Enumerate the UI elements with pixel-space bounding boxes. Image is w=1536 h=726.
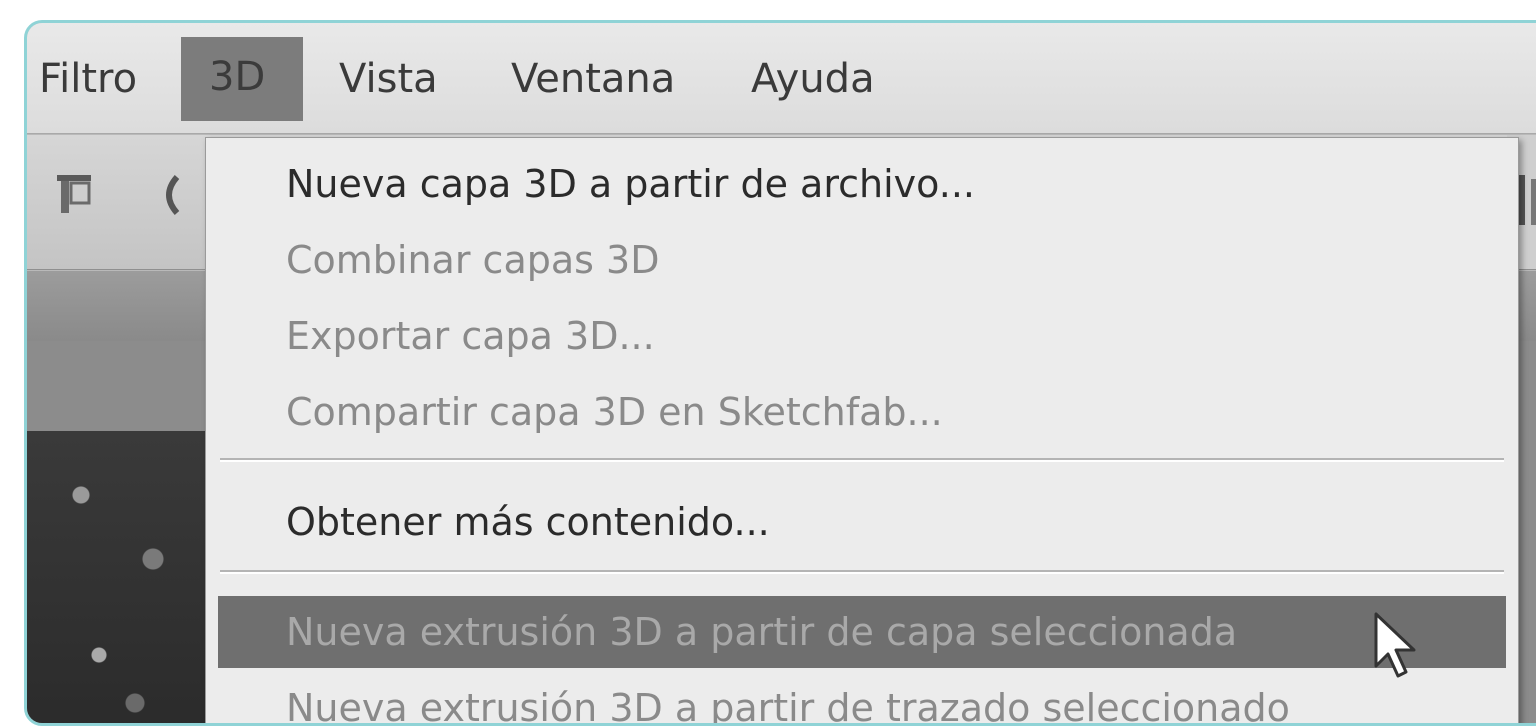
menu-bar: Filtro 3D Vista Ventana Ayuda (27, 23, 1536, 134)
menu-ventana[interactable]: Ventana (483, 39, 703, 119)
menu-item-share-sketchfab: Compartir capa 3D en Sketchfab... (286, 390, 943, 434)
menu-item-get-more-content[interactable]: Obtener más contenido... (206, 486, 1518, 558)
menu-item-export-3d-layer: Exportar capa 3D... (286, 314, 655, 358)
menu-separator (220, 570, 1504, 574)
menu-3d[interactable]: 3D (181, 37, 303, 121)
menu-item-new-3d-layer-from-file[interactable]: Nueva capa 3D a partir de archivo... (206, 148, 1518, 220)
menu-item-new-extrusion-from-path: Nueva extrusión 3D a partir de trazado s… (286, 686, 1290, 726)
layer-3d-icon[interactable] (55, 171, 115, 232)
mouse-pointer-icon (1372, 612, 1428, 686)
menu-item-new-extrusion-from-layer[interactable]: Nueva extrusión 3D a partir de capa sele… (218, 596, 1506, 668)
canvas-image (27, 431, 207, 723)
menu-vista[interactable]: Vista (311, 39, 466, 119)
menu-item-merge-3d-layers: Combinar capas 3D (286, 238, 660, 282)
menu-3d-dropdown: Nueva capa 3D a partir de archivo... Com… (205, 137, 1519, 726)
menu-ayuda[interactable]: Ayuda (723, 39, 903, 119)
menu-filtro[interactable]: Filtro (27, 39, 165, 119)
app-window: Filtro 3D Vista Ventana Ayuda Nueva capa… (24, 20, 1536, 726)
menu-separator (220, 458, 1504, 462)
tool-icon-partial[interactable] (155, 171, 185, 232)
